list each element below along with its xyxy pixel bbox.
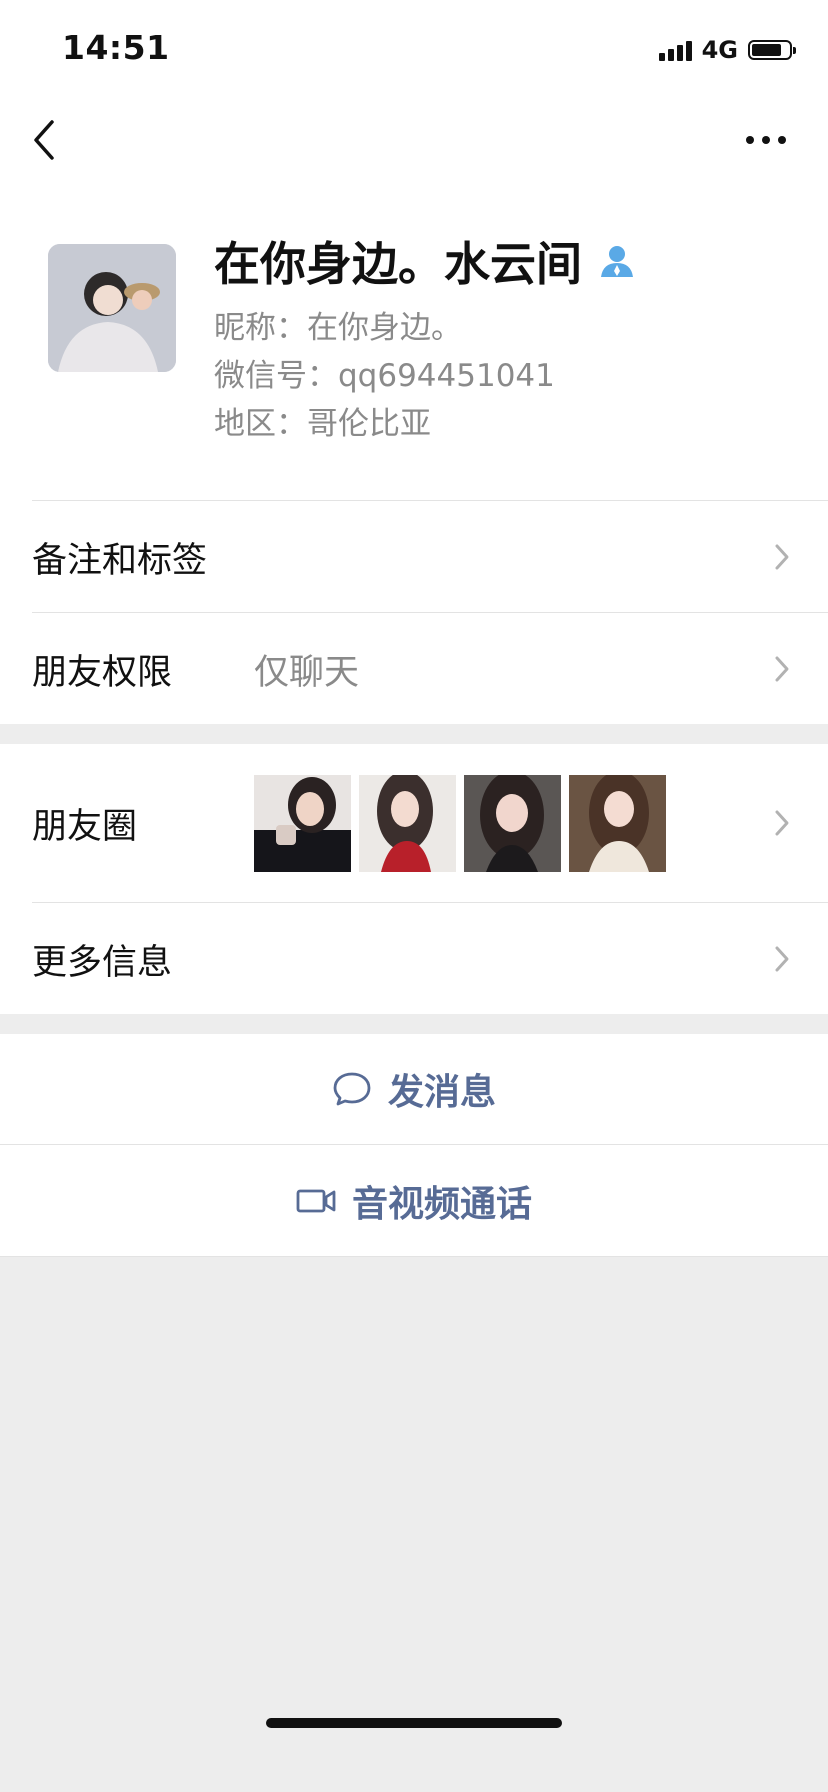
chevron-right-icon [775,656,789,682]
divider [32,500,828,501]
moment-thumbnail[interactable] [569,775,666,872]
back-icon[interactable] [28,118,68,162]
status-indicators: 4G [658,36,796,64]
remarks-tags-row[interactable]: 备注和标签 [0,502,828,612]
network-type: 4G [701,36,738,64]
video-call-label: 音视频通话 [351,1184,532,1225]
friend-permissions-value: 仅聊天 [254,652,360,693]
more-icon[interactable] [744,128,788,152]
moment-thumbnail[interactable] [254,775,351,872]
display-name: 在你身边。水云间 [214,237,582,291]
battery-icon [748,40,796,60]
wechat-id: 微信号：qq694451041 [214,358,555,394]
divider [32,612,828,613]
chevron-right-icon [775,810,789,836]
send-message-label: 发消息 [387,1072,496,1113]
chevron-right-icon [775,946,789,972]
chat-bubble-icon [333,1072,371,1106]
more-info-row[interactable]: 更多信息 [0,904,828,1014]
signal-icon [658,39,692,61]
name-row: 在你身边。水云间 [214,228,636,294]
divider [32,902,828,903]
moments-label: 朋友圈 [32,806,138,847]
status-time: 14:51 [62,28,170,67]
chevron-right-icon [775,544,789,570]
contact-person-icon [601,246,633,277]
home-indicator[interactable] [266,1718,562,1728]
moment-thumbnail[interactable] [359,775,456,872]
video-camera-icon [296,1189,336,1213]
divider [0,1144,828,1145]
nickname: 昵称：在你身边。 [214,310,462,346]
divider [0,1256,828,1257]
remarks-tags-label: 备注和标签 [32,540,208,581]
friend-permissions-label: 朋友权限 [32,652,173,693]
region: 地区：哥伦比亚 [214,406,431,442]
avatar[interactable] [48,244,176,372]
more-info-label: 更多信息 [32,942,173,983]
moment-thumbnail[interactable] [464,775,561,872]
video-call-button[interactable]: 音视频通话 [0,1146,828,1256]
friend-permissions-row[interactable]: 朋友权限 仅聊天 [0,614,828,724]
moments-thumbnails[interactable] [254,775,666,872]
send-message-button[interactable]: 发消息 [0,1034,828,1144]
